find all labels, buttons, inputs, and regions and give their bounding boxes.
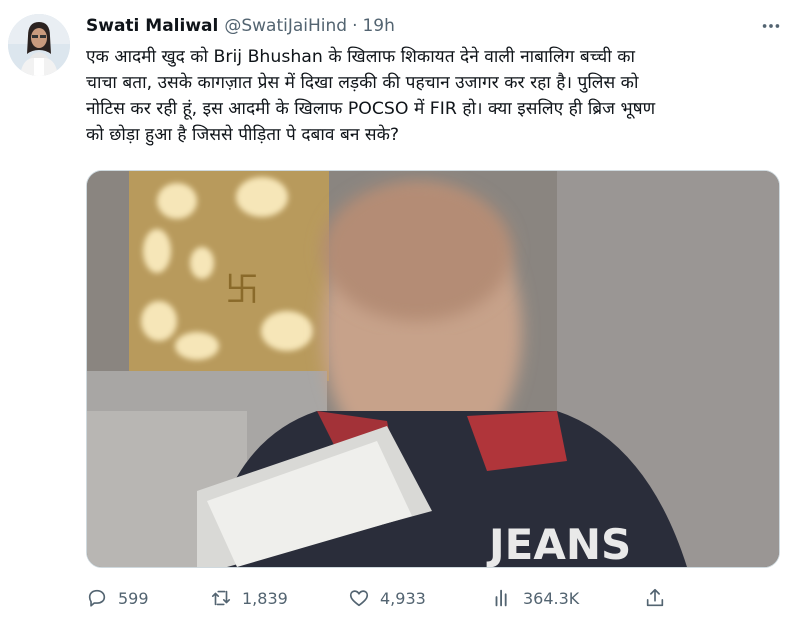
heart-icon	[349, 590, 369, 607]
tweet-text-line: नोटिस कर रही हूं, इस आदमी के खिलाफ POCSO…	[86, 99, 656, 119]
tweet-text: एक आदमी खुद को Brij Bhushan के खिलाफ शिक…	[86, 44, 786, 148]
like-count: 4,933	[380, 588, 426, 608]
share-button[interactable]	[644, 587, 666, 609]
tweet-header: Swati Maliwal @SwatiJaiHind · 19h	[86, 14, 395, 38]
more-button[interactable]	[756, 12, 786, 40]
views-count: 364.3K	[523, 588, 580, 608]
author-name[interactable]: Swati Maliwal	[86, 16, 218, 36]
more-dots-icon	[762, 24, 780, 28]
reply-icon	[88, 589, 106, 607]
avatar[interactable]	[8, 14, 70, 76]
media-image: 卐 JEANS	[87, 171, 779, 567]
retweet-button[interactable]: 1,839	[210, 587, 288, 609]
tweet-text-line: को छोड़ा हुआ है जिससे पीड़िता पे दबाव बन…	[86, 125, 400, 145]
reply-count: 599	[118, 588, 149, 608]
retweet-count: 1,839	[242, 588, 288, 608]
avatar-image	[8, 14, 70, 76]
author-handle[interactable]: @SwatiJaiHind	[224, 16, 347, 36]
retweet-icon	[211, 590, 231, 606]
media-shirt-text: JEANS	[486, 520, 631, 567]
views-chart-icon	[495, 589, 507, 607]
views-button[interactable]: 364.3K	[491, 587, 579, 609]
reply-button[interactable]: 599	[86, 587, 149, 609]
separator-dot: ·	[352, 16, 358, 36]
tweet-media[interactable]: 卐 JEANS	[86, 170, 780, 568]
tweet-text-line: एक आदमी खुद को Brij Bhushan के खिलाफ शिक…	[86, 47, 635, 67]
tweet-actions: 599 1,839 4,933 364.3K	[86, 584, 686, 612]
tweet-text-line: चाचा बता, उसके कागज़ात प्रेस में दिखा लड…	[86, 73, 639, 93]
svg-text:卐: 卐	[225, 270, 259, 310]
like-button[interactable]: 4,933	[348, 587, 426, 609]
tweet-time[interactable]: 19h	[362, 16, 394, 36]
share-icon	[646, 588, 664, 607]
